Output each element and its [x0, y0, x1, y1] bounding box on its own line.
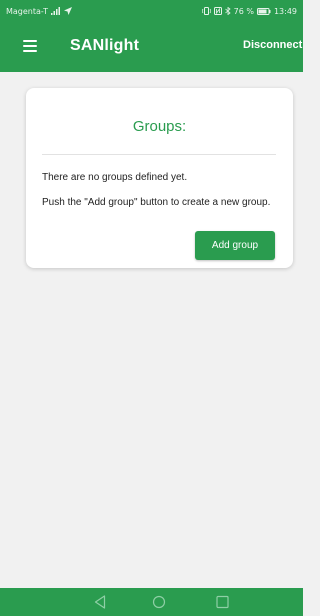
vibrate-icon	[201, 7, 211, 15]
status-bar-right: 76 % 13:49	[201, 6, 297, 16]
add-group-button[interactable]: Add group	[195, 231, 275, 260]
add-group-hint: Push the "Add group" button to create a …	[42, 197, 271, 208]
status-bar: Magenta-T 76 % 13:49	[0, 0, 303, 22]
app-bar: SANlight Disconnect	[0, 22, 303, 72]
clock: 13:49	[273, 6, 297, 16]
empty-groups-message: There are no groups defined yet.	[42, 172, 188, 183]
status-bar-left: Magenta-T	[6, 7, 72, 16]
main-content: Groups: There are no groups defined yet.…	[0, 72, 303, 588]
back-icon[interactable]	[94, 595, 106, 609]
app-title: SANlight	[70, 37, 140, 54]
hamburger-menu-icon[interactable]	[23, 40, 37, 52]
groups-card: Groups: There are no groups defined yet.…	[26, 88, 293, 268]
signal-icon	[50, 7, 60, 15]
home-icon[interactable]	[152, 595, 166, 609]
disconnect-button[interactable]: Disconnect	[243, 39, 302, 51]
recents-icon[interactable]	[216, 595, 229, 609]
divider	[42, 154, 276, 155]
battery-icon	[256, 7, 271, 15]
bluetooth-icon	[224, 7, 231, 15]
nfc-icon	[213, 7, 222, 15]
groups-title: Groups:	[132, 118, 187, 135]
system-nav-bar	[0, 588, 303, 616]
location-arrow-icon	[63, 7, 72, 15]
carrier-name: Magenta-T	[6, 6, 48, 16]
battery-percent: 76 %	[233, 6, 254, 16]
